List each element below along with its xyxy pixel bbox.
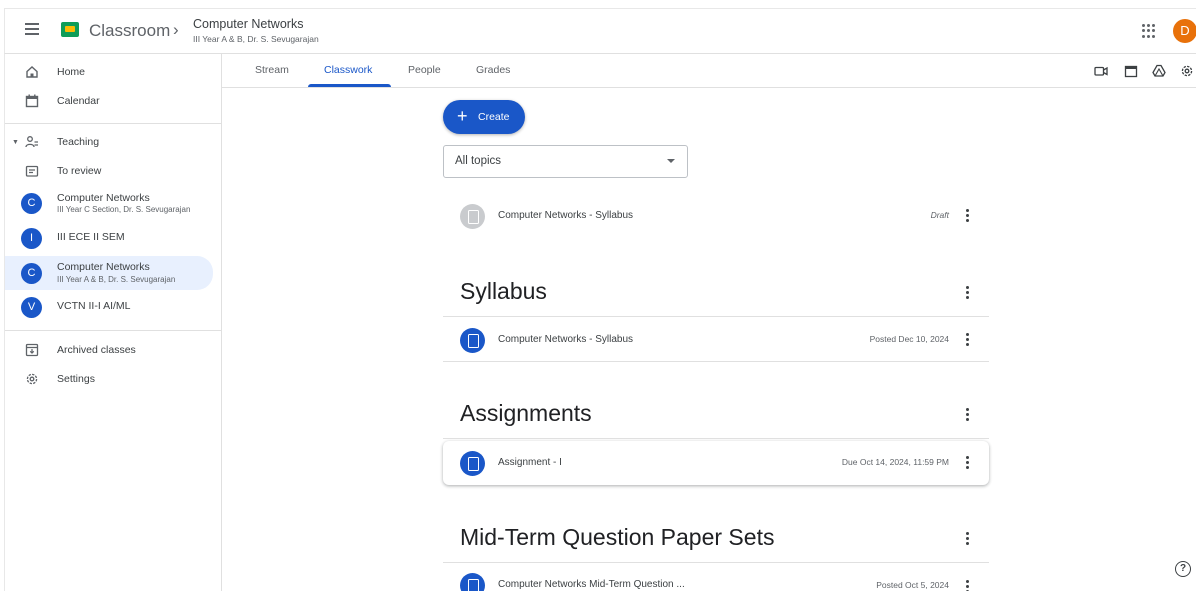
item-title: Computer Networks Mid-Term Question ... [498, 579, 685, 590]
item-title: Computer Networks - Syllabus [498, 334, 634, 345]
sidebar-item-settings[interactable]: Settings [5, 365, 213, 395]
calendar-icon[interactable] [1124, 64, 1138, 78]
topic-title: Mid-Term Question Paper Sets [460, 524, 775, 550]
breadcrumb-separator-icon: › [173, 20, 179, 39]
class-subtitle: III Year A & B, Dr. S. Sevugarajan [57, 275, 176, 284]
sidebar-item-calendar[interactable]: Calendar [5, 87, 213, 117]
tab-grades[interactable]: Grades [476, 64, 510, 76]
sidebar-item-label: Teaching [57, 136, 100, 148]
material-icon [460, 328, 485, 353]
create-button[interactable]: + Create [443, 100, 525, 134]
sidebar-item-class[interactable]: C Computer Networks III Year C Section, … [5, 188, 213, 218]
sidebar-item-to-review[interactable]: To review [5, 157, 213, 187]
class-name: III ECE II SEM [57, 231, 125, 243]
topic-title: Assignments [460, 400, 592, 426]
home-icon [26, 66, 38, 78]
classwork-item[interactable]: Computer Networks - Syllabus Posted Dec … [443, 318, 989, 362]
account-avatar[interactable]: D [1173, 19, 1196, 43]
breadcrumb-class-subtitle: III Year A & B, Dr. S. Sevugarajan [193, 34, 319, 44]
class-avatar: C [21, 263, 42, 284]
more-options-icon[interactable] [966, 286, 970, 300]
calendar-icon [25, 94, 39, 108]
class-name: VCTN II-I AI/ML [57, 300, 131, 312]
menu-icon[interactable] [25, 23, 39, 35]
class-avatar: C [21, 193, 42, 214]
sidebar-item-class[interactable]: V VCTN II-I AI/ML [5, 292, 213, 322]
dropdown-arrow-icon [667, 159, 675, 163]
topic-section-header: Mid-Term Question Paper Sets [443, 519, 989, 563]
class-tabs: Stream Classwork People Grades [222, 54, 1196, 88]
class-name: Computer Networks [57, 261, 150, 273]
class-subtitle: III Year C Section, Dr. S. Sevugarajan [57, 205, 191, 214]
active-tab-indicator [308, 84, 391, 87]
more-options-icon[interactable] [966, 333, 970, 347]
sidebar-item-class-active[interactable]: C Computer Networks III Year A & B, Dr. … [5, 256, 213, 290]
class-avatar: V [21, 297, 42, 318]
top-app-bar: Classroom › Computer Networks III Year A… [4, 8, 1196, 54]
item-title: Assignment - I [498, 457, 562, 468]
more-options-icon[interactable] [966, 580, 970, 591]
sidebar-item-class[interactable]: I III ECE II SEM [5, 223, 213, 253]
people-icon [25, 136, 38, 148]
drive-icon[interactable] [1152, 64, 1166, 78]
more-options-icon[interactable] [966, 408, 970, 422]
classwork-item[interactable]: Assignment - I Due Oct 14, 2024, 11:59 P… [443, 441, 989, 485]
classwork-item-draft[interactable]: Computer Networks - Syllabus Draft [443, 194, 989, 238]
help-icon[interactable]: ? [1175, 561, 1191, 577]
more-options-icon[interactable] [966, 209, 970, 223]
sidebar-item-archived[interactable]: Archived classes [5, 336, 213, 366]
topic-filter-value: All topics [455, 155, 502, 167]
breadcrumb-class-title[interactable]: Computer Networks [193, 17, 303, 31]
meet-icon[interactable] [1094, 64, 1108, 78]
sidebar-item-label: Home [57, 66, 86, 78]
topic-title: Syllabus [460, 278, 547, 304]
caret-down-icon[interactable]: ▼ [12, 139, 19, 146]
topic-filter-select[interactable]: All topics [443, 145, 688, 178]
item-due-date: Due Oct 14, 2024, 11:59 PM [841, 457, 949, 467]
sidebar-item-label: To review [57, 165, 102, 177]
app-title[interactable]: Classroom [89, 21, 170, 41]
material-icon [460, 573, 485, 591]
sidebar-divider [5, 330, 221, 331]
class-name: Computer Networks [57, 192, 150, 204]
item-date: Posted Oct 5, 2024 [876, 580, 949, 590]
apps-grid-icon[interactable] [1142, 24, 1156, 38]
class-avatar: I [21, 228, 42, 249]
sidebar-item-home[interactable]: Home [5, 58, 213, 88]
material-icon [460, 204, 485, 229]
tab-stream[interactable]: Stream [255, 64, 289, 76]
sidebar-item-teaching[interactable]: ▼ Teaching [5, 128, 213, 158]
review-folder-icon [25, 165, 39, 177]
sidebar-item-label: Calendar [57, 95, 100, 107]
tab-classwork[interactable]: Classwork [324, 64, 372, 76]
classwork-item[interactable]: Computer Networks Mid-Term Question ... … [443, 565, 989, 591]
more-options-icon[interactable] [966, 456, 970, 470]
item-date: Posted Dec 10, 2024 [869, 334, 949, 344]
sidebar-divider [5, 123, 221, 124]
sidebar-item-label: Settings [57, 373, 95, 385]
topic-section-header: Assignments [443, 395, 989, 439]
gear-icon [26, 373, 38, 385]
class-settings-icon[interactable] [1180, 64, 1194, 78]
plus-icon: + [457, 106, 468, 126]
classroom-logo-icon[interactable] [61, 22, 79, 37]
topic-section-header: Syllabus [443, 273, 989, 317]
more-options-icon[interactable] [966, 532, 970, 546]
archive-icon [25, 343, 39, 357]
create-button-label: Create [478, 111, 510, 123]
sidebar-item-label: Archived classes [57, 344, 136, 356]
assignment-icon [460, 451, 485, 476]
item-title: Computer Networks - Syllabus [498, 210, 634, 221]
sidebar: Home Calendar ▼ Teaching To review C Com… [4, 54, 222, 591]
tab-people[interactable]: People [408, 64, 441, 76]
item-status: Draft [930, 210, 949, 220]
